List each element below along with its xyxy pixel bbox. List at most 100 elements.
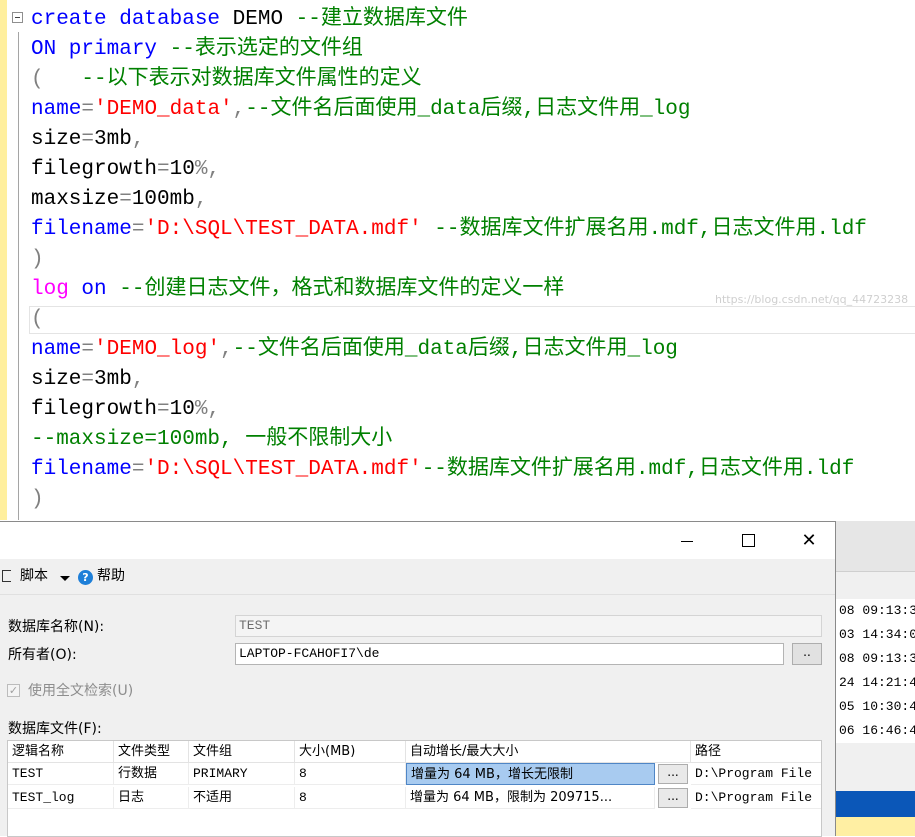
- code-token: DEMO: [232, 8, 296, 31]
- close-button[interactable]: ✕: [786, 522, 832, 559]
- code-line[interactable]: (: [31, 305, 867, 335]
- code-token: =: [81, 128, 95, 151]
- code-text[interactable]: create database DEMO --建立数据库文件 ON primary…: [31, 5, 867, 515]
- results-row: 06 16:46:4: [839, 723, 915, 738]
- results-grid-rows: 08 09:13:3 03 14:34:0 08 09:13:3 24 14:21:4…: [836, 599, 915, 743]
- change-tracking-bar: [0, 0, 7, 520]
- status-bar-bottom: [836, 817, 915, 836]
- code-token: ,: [232, 98, 246, 121]
- column-header[interactable]: 自动增长/最大大小: [406, 741, 691, 763]
- code-token: filegrowth: [31, 158, 158, 181]
- code-token: name: [31, 338, 82, 361]
- autogrowth-cell[interactable]: 增量为 64 MB，限制为 209715...: [406, 787, 655, 809]
- code-token: 'DEMO_data': [94, 98, 233, 121]
- code-token: ,: [131, 128, 145, 151]
- code-line[interactable]: ): [31, 485, 867, 515]
- code-line[interactable]: --maxsize=100mb, 一般不限制大小: [31, 425, 867, 455]
- code-token: --数据库文件扩展名用.mdf,日志文件用.ldf: [421, 458, 855, 481]
- script-button[interactable]: 脚本: [20, 567, 48, 585]
- logical-name-cell[interactable]: TEST_log: [8, 787, 114, 809]
- code-token: size: [31, 128, 82, 151]
- code-token: --以下表示对数据库文件属性的定义: [81, 68, 422, 91]
- code-token: =: [81, 98, 95, 121]
- owner-field[interactable]: LAPTOP-FCAHOFI7\de: [235, 643, 784, 665]
- column-header[interactable]: 文件类型: [114, 741, 189, 763]
- owner-label: 所有者(O):: [8, 647, 77, 663]
- code-line[interactable]: name='DEMO_data',--文件名后面使用_data后缀,日志文件用_…: [31, 95, 867, 125]
- code-token: (: [31, 68, 82, 91]
- code-token: filegrowth: [31, 398, 158, 421]
- code-token: --数据库文件扩展名用.mdf,日志文件用.ldf: [421, 218, 867, 241]
- toolbar-divider: [0, 594, 835, 595]
- code-line[interactable]: ( --以下表示对数据库文件属性的定义: [31, 65, 867, 95]
- results-row: 08 09:13:3: [839, 603, 915, 618]
- size-cell[interactable]: 8: [295, 787, 406, 809]
- autogrowth-edit-button[interactable]: ...: [658, 764, 688, 784]
- filegroup-cell[interactable]: 不适用: [189, 787, 295, 809]
- column-header[interactable]: 逻辑名称: [8, 741, 114, 763]
- code-token: 'D:\SQL\TEST_DATA.mdf': [144, 458, 422, 481]
- autogrowth-edit-button[interactable]: ...: [658, 788, 688, 808]
- file-type-cell[interactable]: 行数据: [114, 763, 189, 785]
- code-line[interactable]: filename='D:\SQL\TEST_DATA.mdf'--数据库文件扩展…: [31, 455, 867, 485]
- fulltext-checkbox: ✓: [7, 684, 20, 697]
- db-name-field: TEST: [235, 615, 822, 637]
- code-token: =: [81, 338, 95, 361]
- fulltext-label: 使用全文检索(U): [28, 683, 134, 699]
- autogrowth-cell[interactable]: 增量为 64 MB，增长无限制: [406, 763, 655, 785]
- code-token: %,: [194, 398, 221, 421]
- help-icon[interactable]: ?: [78, 570, 93, 585]
- results-grid: 08 09:13:3 03 14:34:0 08 09:13:3 24 14:21:4…: [836, 521, 915, 836]
- code-line[interactable]: ): [31, 245, 867, 275]
- code-token: ON primary: [31, 38, 170, 61]
- results-row: 05 10:30:4: [839, 699, 915, 714]
- code-token: maxsize: [31, 188, 120, 211]
- code-token: 3mb: [94, 368, 132, 391]
- code-token: --文件名后面使用_data后缀,日志文件用_log: [232, 338, 678, 361]
- script-icon[interactable]: [2, 570, 11, 582]
- file-type-cell[interactable]: 日志: [114, 787, 189, 809]
- minimize-button[interactable]: [664, 522, 710, 559]
- collapse-icon[interactable]: [12, 12, 23, 23]
- results-row: 08 09:13:3: [839, 651, 915, 666]
- outline-line: [18, 32, 19, 520]
- filegroup-cell[interactable]: PRIMARY: [189, 763, 295, 785]
- db-files-table[interactable]: 逻辑名称 文件类型 文件组 大小(MB) 自动增长/最大大小 路径 TEST 行…: [7, 740, 822, 837]
- code-token: create database: [31, 8, 233, 31]
- code-token: =: [157, 398, 170, 421]
- code-token: ): [31, 248, 44, 271]
- code-line[interactable]: ON primary --表示选定的文件组: [31, 35, 867, 65]
- code-token: =: [81, 368, 95, 391]
- code-line[interactable]: size=3mb,: [31, 125, 867, 155]
- results-row: 03 14:34:0: [839, 627, 915, 642]
- code-line[interactable]: filegrowth=10%,: [31, 155, 867, 185]
- code-token: log: [31, 278, 69, 301]
- path-cell[interactable]: D:\Program File: [691, 763, 821, 785]
- maximize-button[interactable]: [726, 522, 772, 559]
- code-line[interactable]: maxsize=100mb,: [31, 185, 867, 215]
- results-row: 24 14:21:4: [839, 675, 915, 690]
- code-token: =: [119, 188, 132, 211]
- logical-name-cell[interactable]: TEST: [8, 763, 114, 785]
- chevron-down-icon[interactable]: [60, 576, 70, 581]
- code-line[interactable]: filename='D:\SQL\TEST_DATA.mdf' --数据库文件扩…: [31, 215, 867, 245]
- code-line[interactable]: name='DEMO_log',--文件名后面使用_data后缀,日志文件用_l…: [31, 335, 867, 365]
- code-line[interactable]: create database DEMO --建立数据库文件: [31, 5, 867, 35]
- column-header[interactable]: 大小(MB): [295, 741, 406, 763]
- code-token: filename: [31, 218, 132, 241]
- code-token: 'D:\SQL\TEST_DATA.mdf': [144, 218, 422, 241]
- owner-browse-button[interactable]: ..: [792, 643, 822, 665]
- code-line[interactable]: size=3mb,: [31, 365, 867, 395]
- size-cell[interactable]: 8: [295, 763, 406, 785]
- column-header[interactable]: 路径: [691, 741, 821, 763]
- code-token: ,: [220, 338, 233, 361]
- code-line[interactable]: filegrowth=10%,: [31, 395, 867, 425]
- column-header[interactable]: 文件组: [189, 741, 295, 763]
- toolbar: 脚本 ? 帮助: [0, 559, 835, 593]
- code-token: =: [157, 158, 170, 181]
- help-button[interactable]: 帮助: [97, 567, 125, 585]
- path-cell[interactable]: D:\Program File: [691, 787, 821, 809]
- code-token: ): [31, 488, 44, 511]
- code-token: filename: [31, 458, 132, 481]
- status-bar: [836, 791, 915, 817]
